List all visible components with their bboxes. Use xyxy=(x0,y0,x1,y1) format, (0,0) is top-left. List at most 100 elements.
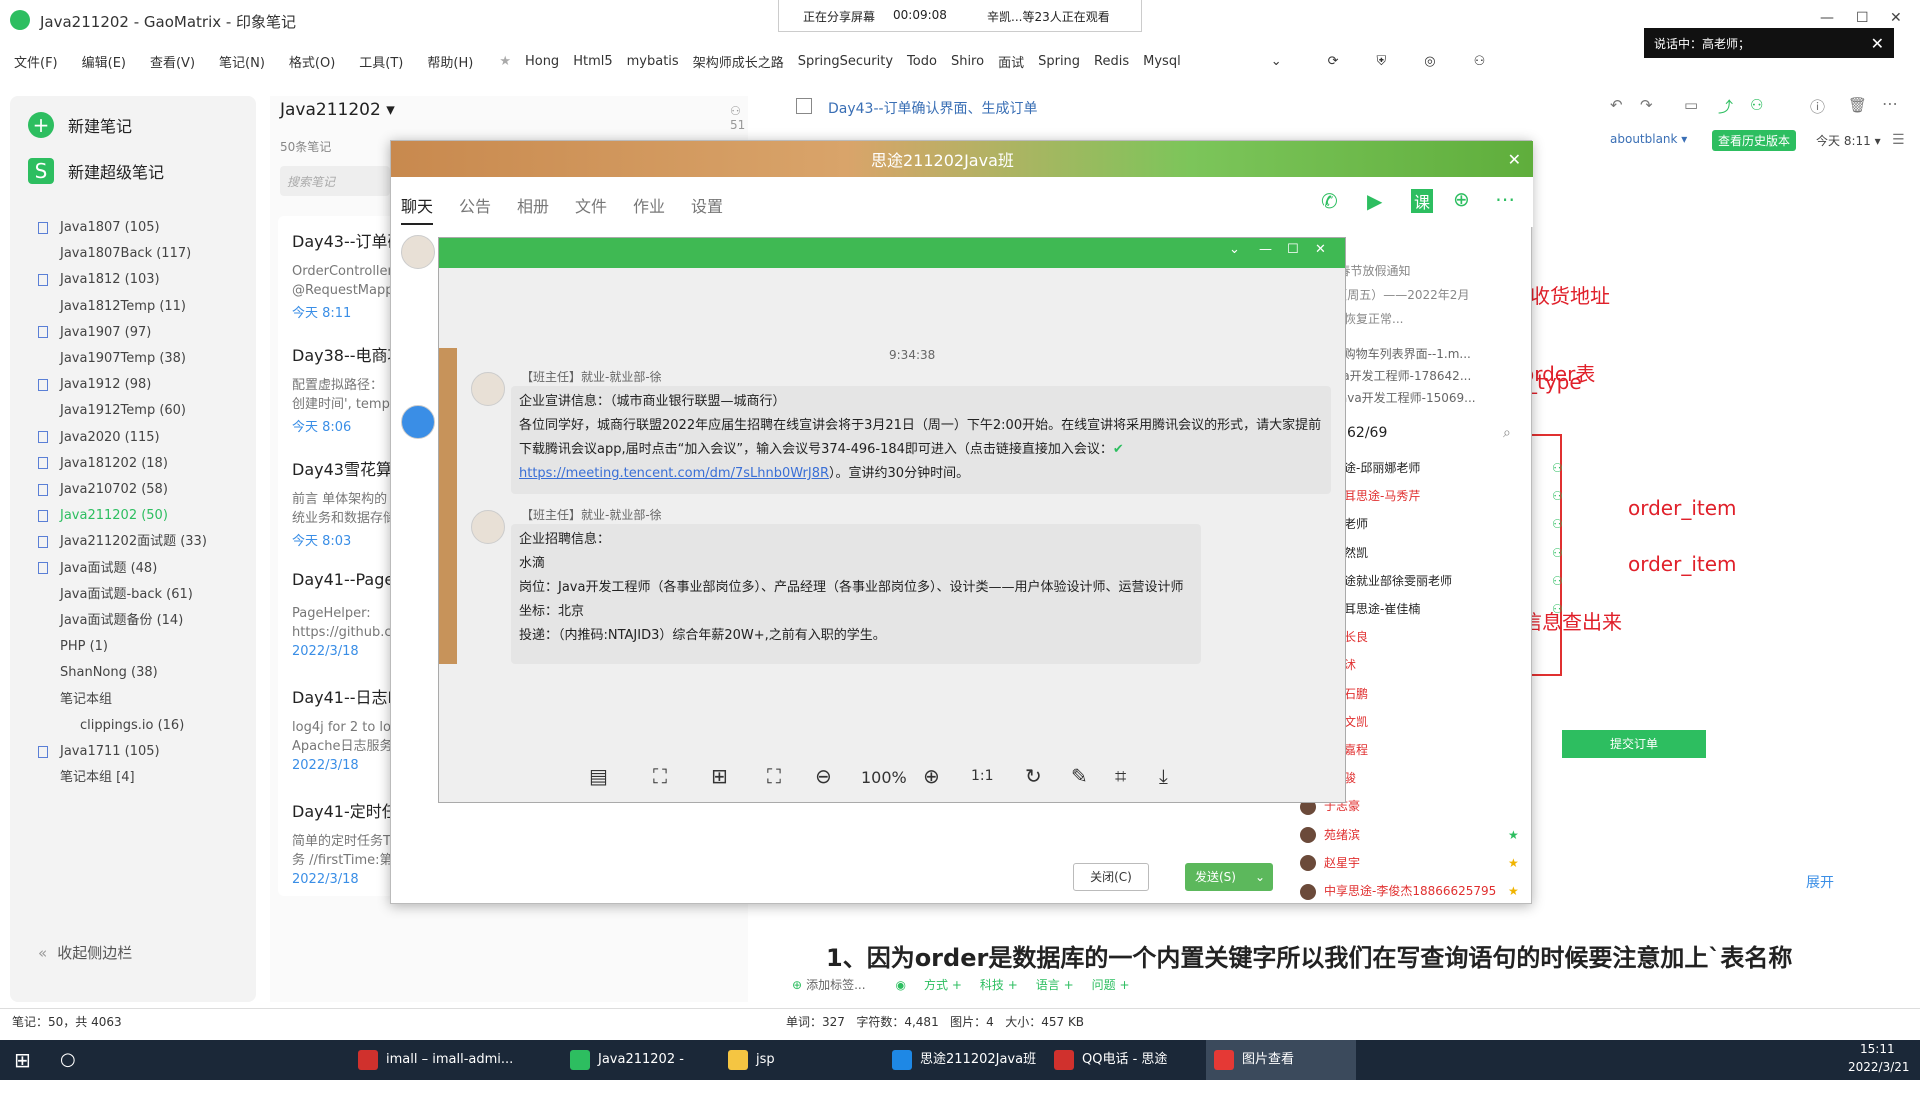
bookmark-mysql[interactable]: Mysql xyxy=(1143,54,1181,69)
sidebar-notebook[interactable]: Java211202 (50) xyxy=(10,502,256,530)
search-input[interactable]: 搜索笔记 xyxy=(280,166,390,196)
more-icon[interactable]: ⋯ xyxy=(1495,187,1515,211)
info-icon[interactable]: ⓘ xyxy=(1810,96,1825,117)
member-item[interactable]: 赵星宇 ★ xyxy=(1300,849,1530,877)
collapse-sidebar-button[interactable]: « 收起侧边栏 xyxy=(38,942,132,963)
tag-way[interactable]: 方式 + xyxy=(924,976,962,993)
member-item[interactable]: 嘉程 xyxy=(1344,736,1574,764)
member-item[interactable]: 长良 xyxy=(1344,623,1574,651)
note-title[interactable]: Day43--订单确认界面、生成订单 xyxy=(828,98,1038,118)
search-icon[interactable]: ○ xyxy=(60,1049,76,1070)
menu-tools[interactable]: 工具(T) xyxy=(359,52,403,71)
sidebar-notebook[interactable]: Java1812Temp (11) xyxy=(10,293,256,321)
sidebar-notebook[interactable]: Java1711 (105) xyxy=(10,738,256,766)
sidebar-notebook[interactable]: Java1807Back (117) xyxy=(10,240,256,268)
taskbar-item[interactable]: jsp xyxy=(720,1040,840,1080)
sidebar-notebook[interactable]: Java1812 (103) xyxy=(10,266,256,294)
member-item[interactable]: 文凯 xyxy=(1344,708,1574,736)
notebook-title[interactable]: Java211202 ▾ xyxy=(280,100,395,120)
sidebar-notebook[interactable]: 笔记本组 xyxy=(10,686,256,714)
bookmark-html5[interactable]: Html5 xyxy=(573,54,612,69)
taskbar-item[interactable]: imall – imall-admi... xyxy=(350,1040,522,1080)
sidebar-notebook[interactable]: Java2020 (115) xyxy=(10,424,256,452)
sidebar-notebook[interactable]: Java面试题备份 (14) xyxy=(10,607,256,635)
bookmark-spring[interactable]: Spring xyxy=(1038,54,1080,69)
sidebar-notebook[interactable]: Java1912Temp (60) xyxy=(10,397,256,425)
member-item[interactable]: 耳思途-马秀芹 ⚇ xyxy=(1344,482,1574,510)
tab-announcement[interactable]: 公告 xyxy=(459,193,491,217)
tab-settings[interactable]: 设置 xyxy=(691,193,723,217)
sidebar-notebook[interactable]: Java211202面试题 (33) xyxy=(10,528,256,556)
activity-icon[interactable]: ◎ xyxy=(1424,54,1435,69)
search-icon[interactable]: ⌕ xyxy=(1503,425,1511,441)
minimize-icon[interactable]: — xyxy=(1820,10,1834,26)
menu-edit[interactable]: 编辑(E) xyxy=(82,52,126,71)
zoom-out-icon[interactable]: ⊖ xyxy=(815,764,832,788)
sidebar-notebook[interactable]: Java1807 (105) xyxy=(10,214,256,242)
taskbar-item[interactable]: 思途211202Java班 xyxy=(884,1040,1044,1080)
chevron-down-icon[interactable]: ⌄ xyxy=(1255,863,1265,891)
close-icon[interactable]: ✕ xyxy=(1315,242,1326,257)
sidebar-notebook[interactable]: clippings.io (16) xyxy=(10,712,256,740)
crop-icon[interactable]: ⌗ xyxy=(1115,764,1126,788)
bookmark-todo[interactable]: Todo xyxy=(907,54,937,69)
scan-icon[interactable]: ⛶ xyxy=(653,764,667,788)
members-count[interactable]: ⚇ 51 xyxy=(730,104,748,132)
member-item[interactable]: 老师 ⚇ xyxy=(1344,510,1574,538)
sidebar-notebook[interactable]: Java210702 (58) xyxy=(10,476,256,504)
actual-size-icon[interactable]: 1:1 xyxy=(971,768,994,784)
taskbar-item[interactable]: 图片查看 xyxy=(1206,1040,1356,1080)
translate-icon[interactable]: ⊞ xyxy=(711,764,728,788)
new-note-button[interactable]: + 新建笔记 xyxy=(28,108,132,142)
member-item[interactable]: 骏 xyxy=(1344,764,1574,792)
undo-icon[interactable]: ↶ xyxy=(1610,96,1623,114)
redo-icon[interactable]: ↷ xyxy=(1640,96,1653,114)
fit-screen-icon[interactable]: ⛶ xyxy=(767,764,781,788)
sidebar-notebook[interactable]: Java181202 (18) xyxy=(10,450,256,478)
edit-icon[interactable]: ✎ xyxy=(1071,764,1088,788)
meeting-link[interactable]: https://meeting.tencent.com/dm/7sLhnb0Wr… xyxy=(519,466,829,481)
more-icon[interactable]: ⋯ xyxy=(1882,94,1898,113)
tab-chat[interactable]: 聊天 xyxy=(401,193,434,225)
expand-link[interactable]: 展开 xyxy=(1806,872,1834,892)
share-icon[interactable]: ⤴ xyxy=(1718,96,1733,117)
tab-homework[interactable]: 作业 xyxy=(633,193,665,217)
member-item[interactable]: 石鹏 xyxy=(1344,680,1574,708)
tag-language[interactable]: 语言 + xyxy=(1036,976,1074,993)
taskbar-item[interactable]: QQ电话 - 思途211... xyxy=(1046,1040,1200,1107)
tag-tech[interactable]: 科技 + xyxy=(980,976,1018,993)
bookmark-interview[interactable]: 面试 xyxy=(998,52,1024,71)
taskbar-item[interactable]: Java211202 - Ga... xyxy=(562,1040,712,1107)
delete-icon[interactable]: 🗑 xyxy=(1848,96,1867,114)
maximize-icon[interactable]: ☐ xyxy=(1287,242,1299,257)
about-blank-link[interactable]: aboutblank ▾ xyxy=(1610,132,1687,146)
video-icon[interactable]: ▶ xyxy=(1367,189,1382,213)
history-button[interactable]: 查看历史版本 xyxy=(1712,130,1797,151)
star-icon[interactable]: ★ xyxy=(499,54,511,69)
bookmark-architect[interactable]: 架构师成长之路 xyxy=(693,52,784,71)
bookmark-redis[interactable]: Redis xyxy=(1094,54,1129,69)
member-item[interactable]: 耳思途-崔佳楠 ⚇ xyxy=(1344,595,1574,623)
sidebar-notebook[interactable]: Java面试题-back (61) xyxy=(10,581,256,609)
menu-help[interactable]: 帮助(H) xyxy=(427,52,473,71)
sync-icon[interactable]: ⟳ xyxy=(1328,54,1339,69)
add-user-icon[interactable]: ⚇ xyxy=(1750,96,1763,114)
download-icon[interactable]: ⤓ xyxy=(1159,764,1168,788)
chevron-down-icon[interactable]: ⌄ xyxy=(1271,54,1282,69)
tag-question[interactable]: 问题 + xyxy=(1092,976,1130,993)
close-icon[interactable]: ✕ xyxy=(1508,150,1521,169)
modified-time[interactable]: 今天 8:11 ▾ xyxy=(1816,132,1881,149)
sidebar-notebook[interactable]: Java1912 (98) xyxy=(10,371,256,399)
bookmark-springsecurity[interactable]: SpringSecurity xyxy=(798,54,893,69)
windows-start-icon[interactable]: ⊞ xyxy=(14,1048,31,1072)
tab-files[interactable]: 文件 xyxy=(575,193,607,217)
sidebar-notebook[interactable]: PHP (1) xyxy=(10,633,256,661)
plus-icon[interactable]: ⊕ xyxy=(1453,187,1470,211)
member-item[interactable]: 中享思途-李俊杰18866625795 ★ xyxy=(1300,877,1530,905)
menu-note[interactable]: 笔记(N) xyxy=(219,52,265,71)
present-icon[interactable]: ▭ xyxy=(1684,96,1698,114)
menu-format[interactable]: 格式(O) xyxy=(289,52,335,71)
shield-icon[interactable]: ⛨ xyxy=(1377,54,1387,69)
sidebar-notebook[interactable]: Java1907 (97) xyxy=(10,319,256,347)
outline-icon[interactable]: ☰ xyxy=(1892,132,1905,148)
